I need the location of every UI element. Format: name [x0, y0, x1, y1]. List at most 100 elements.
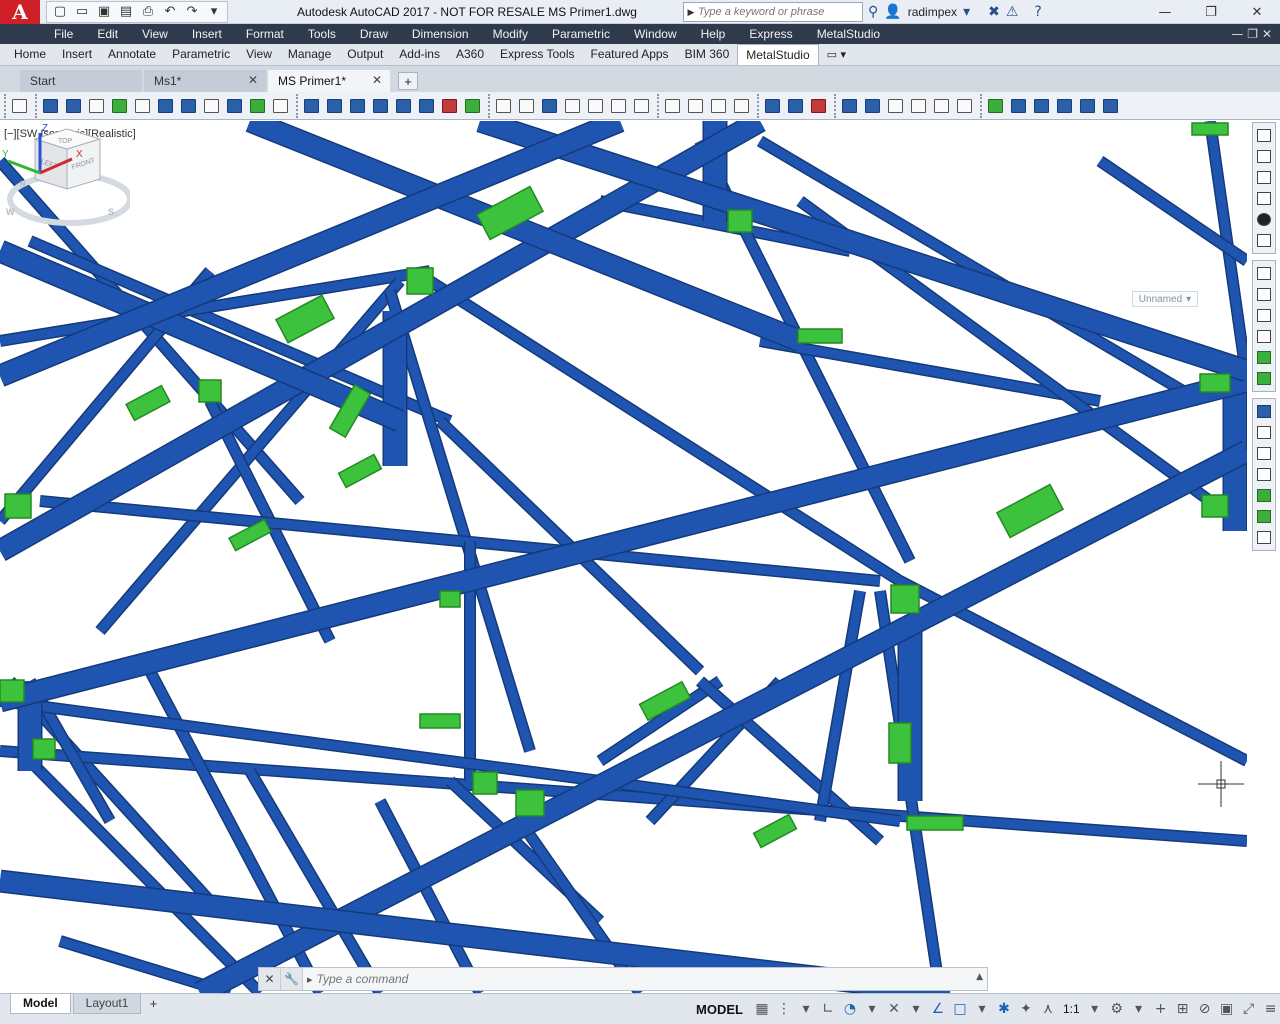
ribbon-tab-home[interactable]: Home [6, 44, 54, 65]
binoculars-icon[interactable]: ⚲ [868, 4, 878, 20]
array-tool-icon[interactable] [493, 96, 514, 116]
globe-icon[interactable] [1253, 230, 1275, 251]
save-as-icon[interactable]: ▤ [115, 3, 137, 21]
layout-tab-layout1[interactable]: Layout1 [72, 994, 142, 1014]
command-history-icon[interactable]: ▲ [976, 972, 983, 982]
print-icon[interactable]: ⎙ [137, 3, 159, 21]
dropdown-icon[interactable]: ▾ [1084, 997, 1106, 1021]
ribbon-tab-a360[interactable]: A360 [448, 44, 492, 65]
copy-tool-icon[interactable] [954, 96, 975, 116]
menu-dimension[interactable]: Dimension [400, 24, 481, 44]
connection-plate-22[interactable] [419, 713, 461, 729]
connection-plate-14[interactable] [797, 328, 843, 344]
search-expand-icon[interactable]: ▶ [684, 7, 698, 18]
hardware-acceleration-icon[interactable]: ▣ [1216, 997, 1238, 1021]
column-tool-icon[interactable] [63, 96, 84, 116]
dropdown-icon[interactable]: ▾ [795, 997, 817, 1021]
polar-icon[interactable]: ◔ [839, 997, 861, 1021]
menu-edit[interactable]: Edit [85, 24, 130, 44]
ribbon-tab-view[interactable]: View [238, 44, 280, 65]
ribbon-tab-manage[interactable]: Manage [280, 44, 339, 65]
profile-t-icon[interactable] [1253, 464, 1275, 485]
annotation-visibility-icon[interactable]: ✱ [993, 997, 1015, 1021]
dropdown-icon[interactable]: ▾ [905, 997, 927, 1021]
menu-tools[interactable]: Tools [296, 24, 348, 44]
ribbon-tab-express-tools[interactable]: Express Tools [492, 44, 582, 65]
member-tool-icon[interactable] [86, 96, 107, 116]
units-icon[interactable]: ⊞ [1172, 997, 1194, 1021]
detail-tool-icon[interactable] [885, 96, 906, 116]
ribbon-tab-bim360[interactable]: BIM 360 [677, 44, 738, 65]
join-tool-icon[interactable] [731, 96, 752, 116]
exchange-icon[interactable]: ✖ [988, 4, 1000, 20]
menu-insert[interactable]: Insert [180, 24, 234, 44]
connection-plate-3[interactable] [406, 267, 434, 295]
ribbon-tab-annotate[interactable]: Annotate [100, 44, 164, 65]
view-top-icon[interactable] [1253, 125, 1275, 146]
menu-format[interactable]: Format [234, 24, 296, 44]
connection-plate-13[interactable] [439, 590, 461, 608]
help-icon[interactable]: ? [1034, 4, 1041, 20]
close-icon[interactable]: ✕ [259, 968, 281, 990]
align-tool-icon[interactable] [539, 96, 560, 116]
menu-parametric[interactable]: Parametric [540, 24, 622, 44]
view-side-icon[interactable] [1253, 188, 1275, 209]
plus-icon[interactable]: + [1150, 997, 1172, 1021]
splice-tool-icon[interactable] [347, 96, 368, 116]
profile-i-icon[interactable] [1253, 401, 1275, 422]
copy-icon[interactable] [1253, 326, 1275, 347]
view-iso-icon[interactable] [1253, 146, 1275, 167]
dropdown-icon[interactable]: ▾ [1128, 997, 1150, 1021]
stair-tool-icon[interactable] [247, 96, 268, 116]
mark-tool-icon[interactable] [808, 96, 829, 116]
beam-tool-icon[interactable] [40, 96, 61, 116]
connection-plate-6[interactable] [995, 483, 1065, 539]
isolate-icon[interactable]: ⊘ [1194, 997, 1216, 1021]
restore-button[interactable]: ❐ [1188, 0, 1234, 24]
application-menu-button[interactable]: A [0, 0, 40, 24]
redo-icon[interactable]: ↷ [181, 3, 203, 21]
brace-member-5[interactable] [385, 289, 535, 753]
doc-tab-ms-primer1[interactable]: MS Primer1* ✕ [268, 70, 390, 92]
settings-tool-icon[interactable] [1077, 96, 1098, 116]
ribbon-tab-addins[interactable]: Add-ins [391, 44, 448, 65]
cfg-icon[interactable] [1253, 347, 1275, 368]
search-input[interactable] [698, 6, 858, 18]
ribbon-minimize-icon[interactable]: ▭ ▾ [819, 44, 854, 65]
check-tool-icon[interactable] [516, 96, 537, 116]
close-button[interactable]: ✕ [1234, 0, 1280, 24]
new-tab-button[interactable]: + [398, 72, 418, 90]
add-layout-button[interactable]: + [143, 994, 163, 1012]
connection-plate-11[interactable] [515, 789, 545, 817]
command-prompt-icon[interactable]: ▸ [303, 973, 317, 986]
a360-icon[interactable]: ⚠ [1006, 4, 1019, 20]
split-tool-icon[interactable] [708, 96, 729, 116]
ortho-icon[interactable]: ∟ [817, 997, 839, 1021]
endplate-tool-icon[interactable] [324, 96, 345, 116]
render-tool-icon[interactable] [985, 96, 1006, 116]
cut-tool-icon[interactable] [562, 96, 583, 116]
menu-draw[interactable]: Draw [348, 24, 400, 44]
profile-c-icon[interactable] [1253, 443, 1275, 464]
connection-plate-1[interactable] [274, 294, 336, 344]
close-icon[interactable]: ✕ [372, 73, 382, 87]
import-tool-icon[interactable] [1054, 96, 1075, 116]
connection-plate-24[interactable] [888, 722, 912, 764]
user-name[interactable]: radimpex [908, 5, 957, 19]
menu-metalstudio[interactable]: MetalStudio [805, 24, 892, 44]
object-snap-tracking-icon[interactable]: ∠ [927, 997, 949, 1021]
compass-w-label[interactable]: W [6, 207, 15, 217]
bolt-tool-icon[interactable] [393, 96, 414, 116]
chevron-down-icon[interactable]: ▾ [963, 4, 970, 20]
auto-scale-icon[interactable]: ✦ [1015, 997, 1037, 1021]
dropdown-icon[interactable]: ▾ [861, 997, 883, 1021]
table-icon[interactable] [1253, 284, 1275, 305]
connection-plate-9[interactable] [752, 813, 798, 849]
gear-icon[interactable] [1253, 305, 1275, 326]
wrench-icon[interactable]: 🔧 [281, 968, 303, 990]
qat-dropdown-icon[interactable]: ▾ [203, 3, 225, 21]
undo-icon[interactable]: ↶ [159, 3, 181, 21]
connection-plate-16[interactable] [4, 493, 32, 519]
drawing-viewport[interactable]: [−][SW Isometric][Realistic] TOP LEFT FR… [0, 121, 1247, 993]
grid-icon[interactable]: ▦ [751, 997, 773, 1021]
